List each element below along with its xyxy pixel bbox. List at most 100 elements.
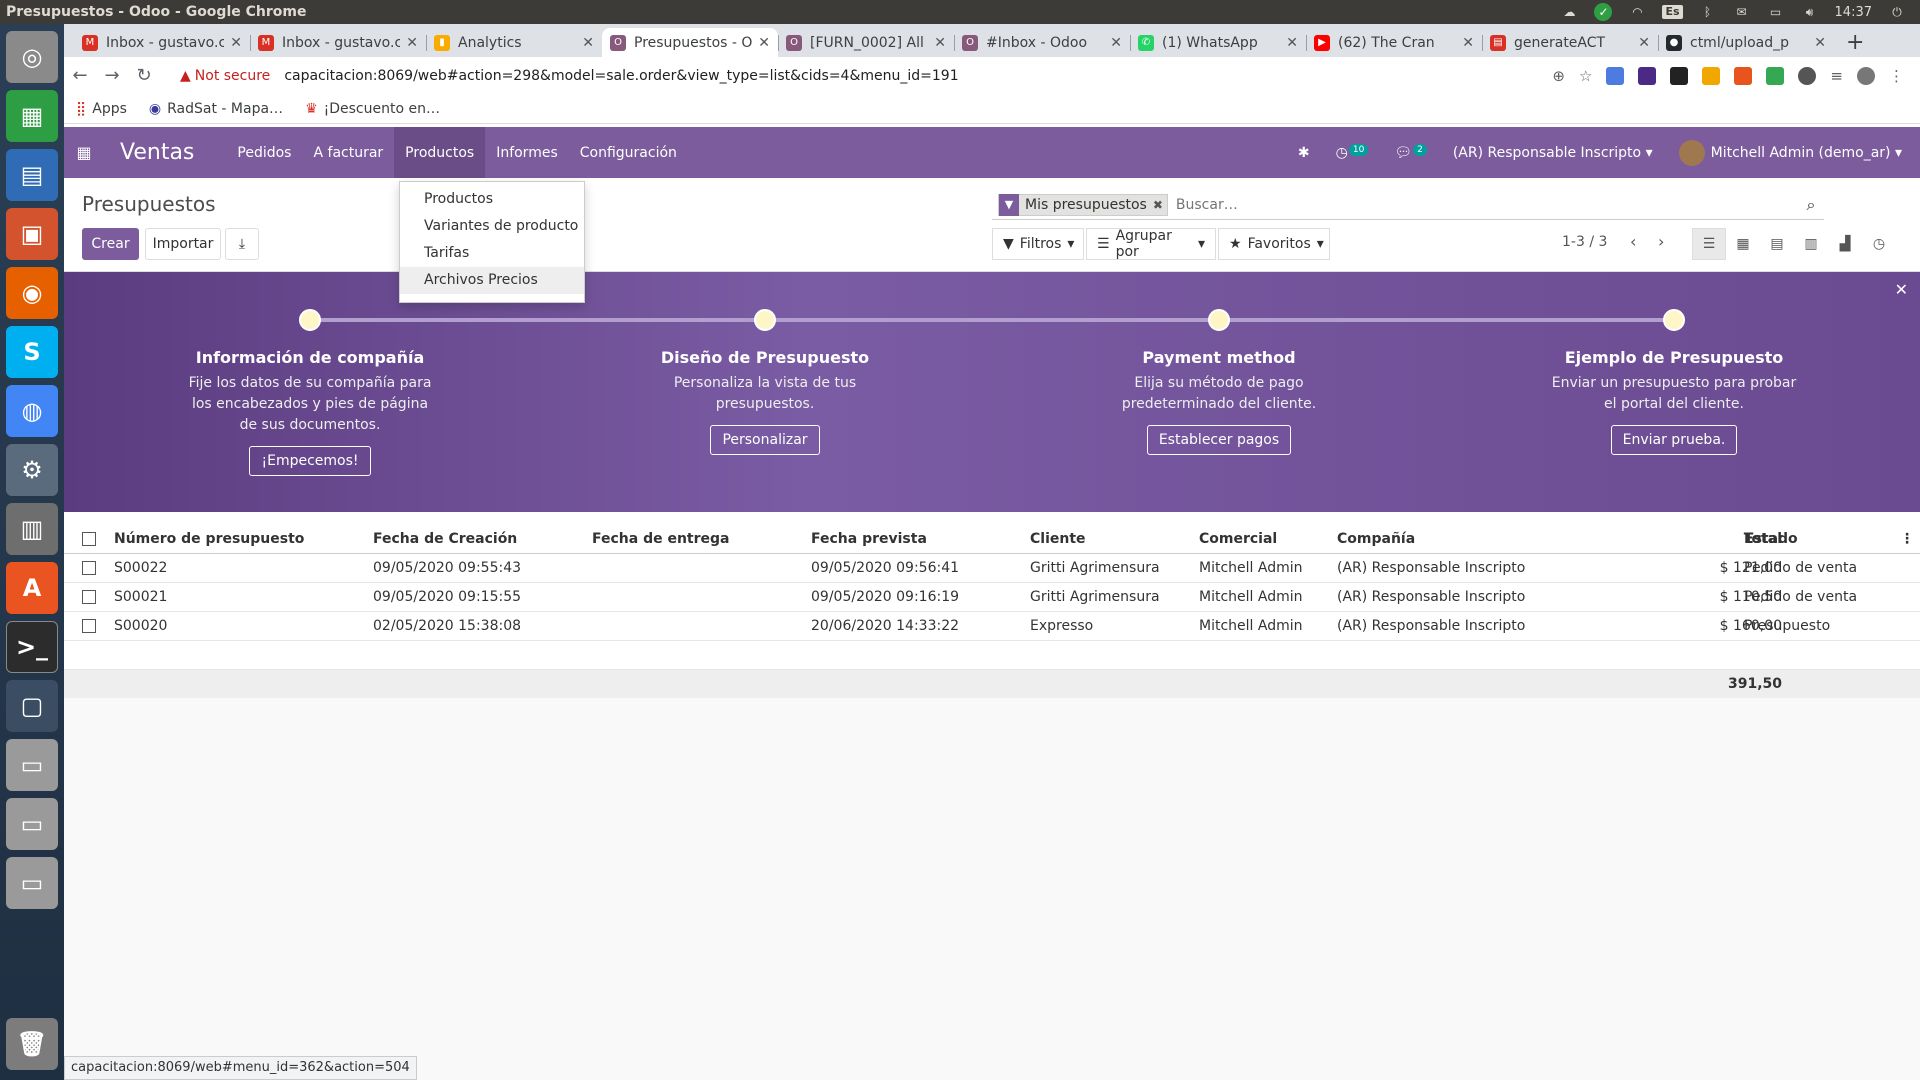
extension-icon[interactable] xyxy=(1734,66,1753,85)
dropdown-item-productos[interactable]: Productos xyxy=(400,186,584,213)
table-row[interactable]: S00021 09/05/2020 09:15:55 09/05/2020 09:1… xyxy=(64,583,1920,612)
tab-close-icon[interactable]: ✕ xyxy=(1814,35,1826,51)
firefox-icon[interactable]: ◉ xyxy=(6,267,58,319)
filters-dropdown[interactable]: ▼ Filtros ▾ xyxy=(992,228,1084,260)
back-icon[interactable]: ← xyxy=(64,65,96,86)
remove-facet-icon[interactable]: ✖ xyxy=(1153,198,1167,212)
impress-icon[interactable]: ▣ xyxy=(6,208,58,260)
clock[interactable]: 14:37 xyxy=(1835,5,1872,20)
optional-columns-icon[interactable]: ⋮ xyxy=(1900,531,1914,547)
activity-button[interactable]: ◷ 10 xyxy=(1336,143,1369,161)
extension-icon[interactable] xyxy=(1638,66,1657,85)
browser-tab[interactable]: M Inbox - gustavo.c ✕ xyxy=(250,28,426,57)
wifi-icon[interactable]: ◠ xyxy=(1628,5,1646,19)
column-header-salesperson[interactable]: Comercial xyxy=(1199,531,1277,547)
tab-close-icon[interactable]: ✕ xyxy=(934,35,946,51)
import-button[interactable]: Importar xyxy=(145,228,221,260)
trash-icon[interactable]: 🗑︎ xyxy=(6,1018,58,1070)
column-header-expected[interactable]: Fecha prevista xyxy=(811,531,927,547)
kanban-view-icon[interactable]: ▦ xyxy=(1726,228,1760,260)
messages-button[interactable]: 💬︎ 2 xyxy=(1394,143,1427,161)
extension-icon[interactable] xyxy=(1766,66,1785,85)
search-icon[interactable]: ⌕ xyxy=(1798,195,1824,215)
calendar-view-icon[interactable]: ▤ xyxy=(1760,228,1794,260)
start-company-button[interactable]: ¡Empecemos! xyxy=(249,446,371,476)
row-checkbox[interactable] xyxy=(82,561,96,575)
bookmark-radsat[interactable]: ◉ RadSat - Mapa… xyxy=(149,101,283,117)
menu-pedidos[interactable]: Pedidos xyxy=(226,127,302,178)
new-tab-icon[interactable]: + xyxy=(1834,28,1876,57)
table-row[interactable]: S00020 02/05/2020 15:38:08 20/06/2020 14:3… xyxy=(64,612,1920,641)
security-warning[interactable]: ▲ Not secure xyxy=(180,68,270,84)
address-bar[interactable]: capacitacion:8069/web#action=298&model=s… xyxy=(284,68,958,84)
volume-icon[interactable]: 🔊︎ xyxy=(1801,5,1819,19)
debug-bug-icon[interactable]: ✱ xyxy=(1298,145,1310,161)
browser-tab[interactable]: ▤ generateACT ✕ xyxy=(1482,28,1658,57)
pager-value[interactable]: 1-3 / 3 xyxy=(1562,234,1607,250)
tab-close-icon[interactable]: ✕ xyxy=(1286,35,1298,51)
list-view-icon[interactable]: ☰ xyxy=(1692,228,1726,260)
pager-previous-icon[interactable]: ‹ xyxy=(1630,232,1636,251)
bookmark-apps[interactable]: ⣿ Apps xyxy=(76,101,127,117)
tab-close-icon[interactable]: ✕ xyxy=(406,35,418,51)
files-icon[interactable]: ▥ xyxy=(6,503,58,555)
activity-view-icon[interactable]: ◷ xyxy=(1862,228,1896,260)
search-facet[interactable]: ▼ Mis presupuestos ✖ xyxy=(998,193,1168,216)
forward-icon[interactable]: → xyxy=(96,65,128,86)
app-brand[interactable]: Ventas xyxy=(120,140,194,165)
spreadsheet-icon[interactable]: ▦ xyxy=(6,90,58,142)
cloud-icon[interactable]: ☁ xyxy=(1560,5,1578,19)
extension-icon[interactable] xyxy=(1702,66,1721,85)
browser-tab[interactable]: M Inbox - gustavo.c ✕ xyxy=(74,28,250,57)
customize-button[interactable]: Personalizar xyxy=(710,425,820,455)
skype-icon[interactable]: S xyxy=(6,326,58,378)
mail-icon[interactable]: ✉ xyxy=(1733,5,1751,19)
browser-tab[interactable]: ▶ (62) The Cran ✕ xyxy=(1306,28,1482,57)
bookmark-star-icon[interactable]: ☆ xyxy=(1579,67,1592,85)
groupby-dropdown[interactable]: ☰ Agrupar por ▾ xyxy=(1086,228,1216,260)
keyboard-layout-indicator[interactable]: Es xyxy=(1662,5,1683,19)
user-menu[interactable]: Mitchell Admin (demo_ar) ▾ xyxy=(1678,139,1902,166)
extension-icon[interactable] xyxy=(1798,66,1817,85)
app-switcher-icon[interactable]: ▦ xyxy=(64,143,104,162)
extension-icon[interactable] xyxy=(1606,66,1625,85)
drive-icon[interactable]: ▭ xyxy=(6,739,58,791)
row-checkbox[interactable] xyxy=(82,590,96,604)
menu-productos[interactable]: Productos xyxy=(394,127,486,178)
company-switcher[interactable]: (AR) Responsable Inscripto ▾ xyxy=(1453,145,1653,161)
battery-icon[interactable]: ▭ xyxy=(1767,5,1785,19)
tab-close-icon[interactable]: ✕ xyxy=(230,35,242,51)
download-button[interactable]: ⤓ xyxy=(225,228,259,260)
settings-icon[interactable]: ⚙ xyxy=(6,444,58,496)
pivot-view-icon[interactable]: ▥ xyxy=(1794,228,1828,260)
drive-icon[interactable]: ▭ xyxy=(6,798,58,850)
tab-close-icon[interactable]: ✕ xyxy=(582,35,594,51)
column-header-number[interactable]: Número de presupuesto xyxy=(114,531,304,547)
create-button[interactable]: Crear xyxy=(82,228,139,260)
search-input[interactable] xyxy=(1175,196,1798,213)
profile-avatar[interactable] xyxy=(1857,66,1875,85)
media-control-icon[interactable]: ≡ xyxy=(1830,67,1843,85)
table-row[interactable]: S00022 09/05/2020 09:55:43 09/05/2020 09:5… xyxy=(64,554,1920,583)
send-sample-button[interactable]: Enviar prueba. xyxy=(1610,425,1738,455)
extension-icon[interactable] xyxy=(1670,66,1689,85)
bluetooth-icon[interactable]: ᛒ xyxy=(1699,5,1717,19)
favorites-dropdown[interactable]: ★ Favoritos ▾ xyxy=(1218,228,1330,260)
software-center-icon[interactable]: A xyxy=(6,562,58,614)
terminal-icon[interactable]: >_ xyxy=(6,621,58,673)
power-icon[interactable]: ⏻ xyxy=(1888,5,1906,19)
writer-icon[interactable]: ▤ xyxy=(6,149,58,201)
dash-icon[interactable]: ◎ xyxy=(6,31,58,83)
tab-close-icon[interactable]: ✕ xyxy=(1110,35,1122,51)
dropdown-item-variantes[interactable]: Variantes de producto xyxy=(400,213,584,240)
tab-close-icon[interactable]: ✕ xyxy=(1638,35,1650,51)
set-payments-button[interactable]: Establecer pagos xyxy=(1146,425,1292,455)
dropdown-item-archivos-precios[interactable]: Archivos Precios xyxy=(400,267,584,294)
close-icon[interactable]: ✕ xyxy=(1895,280,1908,299)
browser-tab[interactable]: ✆ (1) WhatsApp ✕ xyxy=(1130,28,1306,57)
graph-view-icon[interactable]: ▟ xyxy=(1828,228,1862,260)
drive-icon[interactable]: ▭ xyxy=(6,857,58,909)
tab-close-icon[interactable]: ✕ xyxy=(758,35,770,51)
column-header-created[interactable]: Fecha de Creación xyxy=(373,531,517,547)
column-header-company[interactable]: Compañía xyxy=(1337,531,1415,547)
